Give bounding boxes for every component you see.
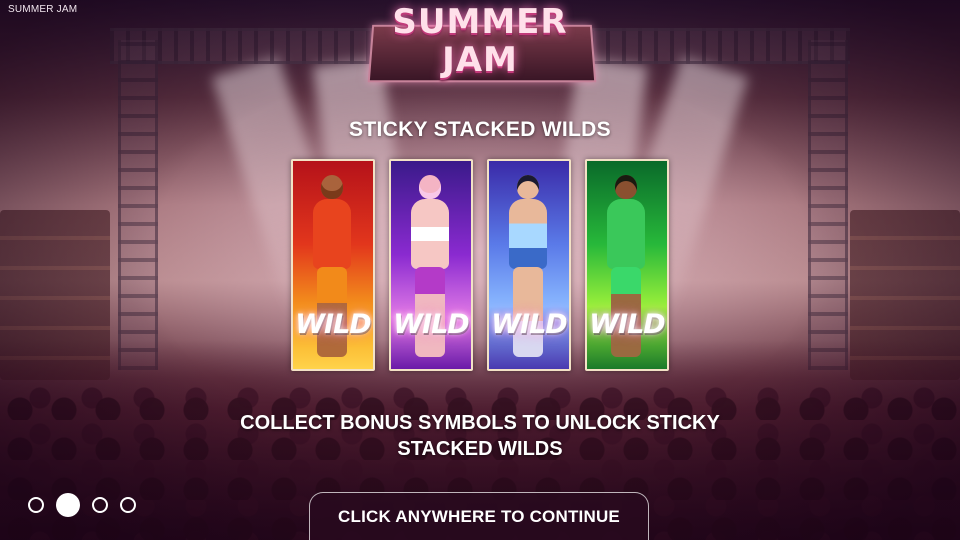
wild-cards: WILD WILD WILD WILD (291, 159, 669, 371)
wild-label: WILD (489, 309, 569, 340)
character-head (517, 175, 539, 199)
wild-label: WILD (587, 309, 667, 340)
feature-description: COLLECT BONUS SYMBOLS TO UNLOCK STICKY S… (190, 410, 770, 462)
logo-text-line2: JAM (364, 40, 596, 80)
wild-label: WILD (391, 309, 471, 340)
character-body (607, 199, 645, 269)
stage-truss-right (808, 40, 848, 370)
pagination-dots (28, 493, 136, 517)
wild-card-4: WILD (585, 159, 669, 371)
character-head (615, 175, 637, 199)
character-body (313, 199, 351, 269)
character-body (411, 199, 449, 269)
wild-card-1: WILD (291, 159, 375, 371)
logo-text-line1: SUMMER (364, 2, 596, 42)
wild-label: WILD (293, 309, 373, 340)
page-dot-2-active[interactable] (56, 493, 80, 517)
wild-card-3: WILD (487, 159, 571, 371)
feature-title: STICKY STACKED WILDS (0, 118, 960, 142)
app-title: SUMMER JAM (8, 4, 77, 15)
character-head (419, 175, 441, 199)
character-body (509, 199, 547, 269)
intro-screen[interactable]: SUMMER JAM SUMMER JAM STICKY STACKED WIL… (0, 0, 960, 540)
wild-card-2: WILD (389, 159, 473, 371)
page-dot-1[interactable] (28, 497, 44, 513)
character-head (321, 175, 343, 199)
stage-truss-left (118, 40, 158, 370)
continue-button[interactable]: CLICK ANYWHERE TO CONTINUE (309, 492, 649, 540)
page-dot-4[interactable] (120, 497, 136, 513)
page-dot-3[interactable] (92, 497, 108, 513)
game-logo: SUMMER JAM (364, 2, 596, 82)
